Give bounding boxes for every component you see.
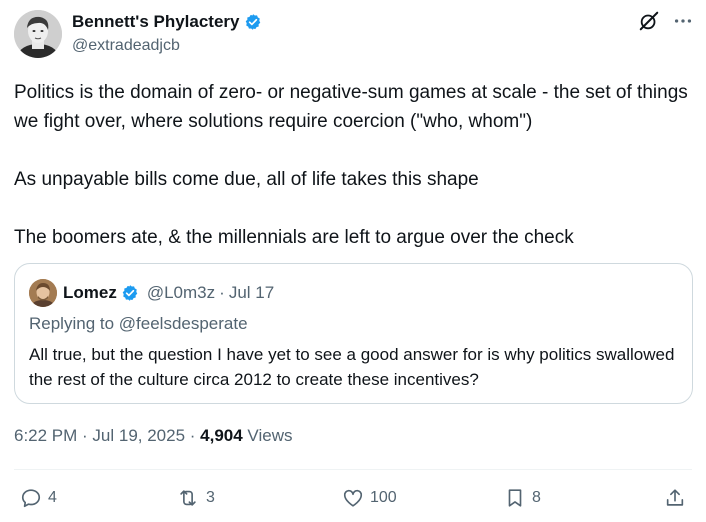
views-label: Views (242, 426, 293, 445)
retweet-icon (176, 487, 200, 509)
retweet-count: 3 (206, 489, 215, 506)
author-name-row: Bennett's Phylactery (72, 12, 262, 32)
tweet-paragraph: The boomers ate, & the millennials are l… (14, 227, 574, 248)
quote-author-avatar[interactable] (29, 279, 57, 307)
share-button[interactable] (664, 484, 686, 512)
tweet-paragraph: Politics is the domain of zero- or negat… (14, 82, 688, 132)
top-actions (638, 10, 694, 32)
bookmark-button[interactable]: 8 (504, 484, 541, 512)
quoted-tweet[interactable]: Lomez @L0m3z · Jul 17 Replying to @feels… (14, 263, 693, 404)
quote-header: Lomez @L0m3z · Jul 17 (63, 283, 274, 303)
verified-badge-icon[interactable] (244, 13, 262, 31)
reply-button[interactable]: 4 (20, 484, 57, 512)
author-handle[interactable]: @extradeadjcb (72, 37, 180, 55)
views-count: 4,904 (200, 426, 243, 445)
quote-replying-to: Replying to @feelsdesperate (29, 314, 248, 333)
like-count: 100 (370, 489, 397, 506)
share-icon (664, 487, 686, 509)
tweet-text: Politics is the domain of zero- or negat… (14, 78, 694, 252)
action-bar: 4 3 100 8 (0, 484, 706, 512)
retweet-button[interactable]: 3 (176, 484, 215, 512)
reply-count: 4 (48, 489, 57, 506)
like-button[interactable]: 100 (342, 484, 397, 512)
tweet-paragraph: As unpayable bills come due, all of life… (14, 169, 479, 190)
bookmark-count: 8 (532, 489, 541, 506)
reply-icon (20, 487, 42, 509)
quote-author-handle[interactable]: @L0m3z (147, 283, 215, 303)
tweet-timestamp[interactable]: 6:22 PM · Jul 19, 2025 · (14, 426, 200, 445)
quote-author-name[interactable]: Lomez (63, 283, 117, 303)
bookmark-icon (504, 487, 526, 509)
verified-badge-icon (121, 284, 139, 302)
author-avatar[interactable] (14, 10, 62, 58)
tweet-meta: 6:22 PM · Jul 19, 2025 · 4,904 Views (14, 426, 292, 446)
quote-separator: · (219, 283, 225, 302)
quote-date[interactable]: Jul 17 (229, 283, 274, 303)
author-display-name[interactable]: Bennett's Phylactery (72, 12, 240, 32)
quote-text: All true, but the question I have yet to… (29, 345, 675, 389)
like-icon (342, 487, 364, 509)
tweet-card: Bennett's Phylactery @extradeadjcb Polit… (0, 0, 706, 522)
grok-icon[interactable] (638, 10, 660, 32)
divider (14, 469, 692, 470)
more-icon[interactable] (672, 10, 694, 32)
